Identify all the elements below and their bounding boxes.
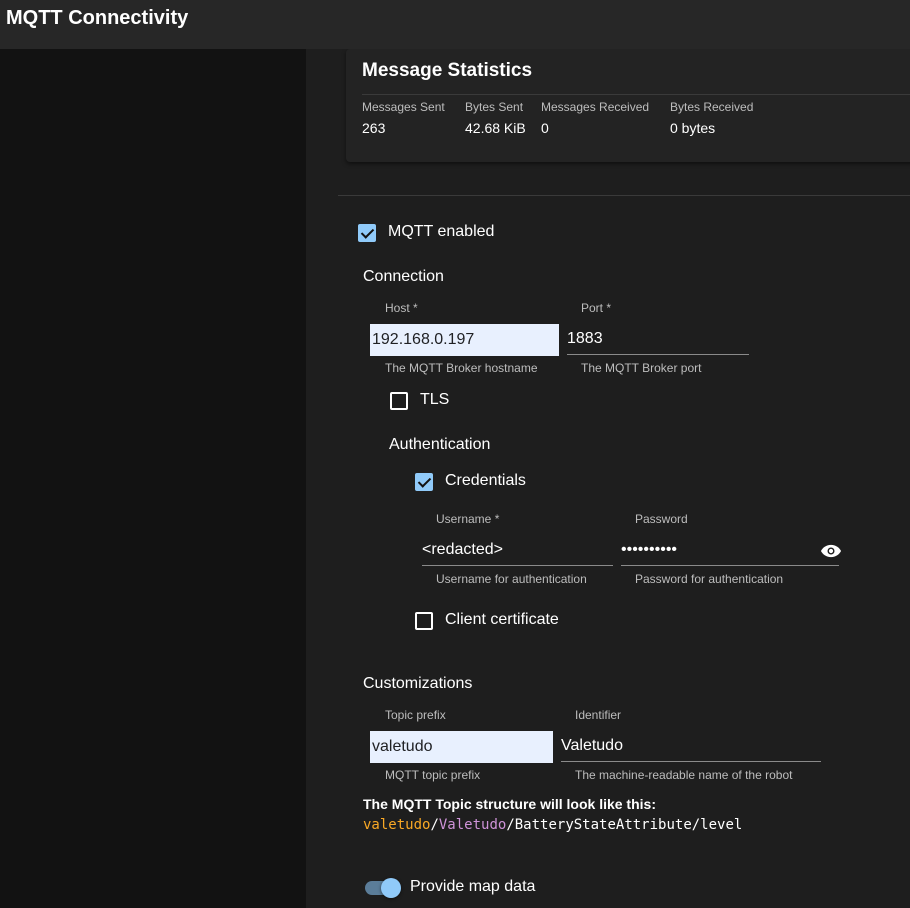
username-label: Username * <box>436 512 500 526</box>
stat-label: Bytes Received <box>670 100 754 114</box>
client-certificate-checkbox[interactable] <box>415 612 433 630</box>
topic-rest-part: BatteryStateAttribute/level <box>514 817 743 833</box>
customizations-heading: Customizations <box>363 675 473 692</box>
topic-prefix-help: MQTT topic prefix <box>385 768 481 782</box>
stats-title: Message Statistics <box>362 60 533 81</box>
stat-value: 0 bytes <box>670 120 716 136</box>
topic-separator: / <box>506 817 515 833</box>
port-help: The MQTT Broker port <box>581 361 702 375</box>
tls-label: TLS <box>420 391 450 408</box>
port-input[interactable]: 1883 <box>567 323 749 355</box>
port-label: Port * <box>581 301 612 315</box>
password-label: Password <box>635 512 688 526</box>
page-title: MQTT Connectivity <box>6 7 189 29</box>
authentication-heading: Authentication <box>389 436 491 453</box>
stat-value: 42.68 KiB <box>465 120 526 136</box>
stat-bytes-received: Bytes Received 0 bytes <box>670 100 753 136</box>
app-bar: MQTT Connectivity <box>0 0 910 49</box>
client-certificate-label: Client certificate <box>445 611 559 628</box>
password-help: Password for authentication <box>635 572 784 586</box>
topic-structure-example: valetudo/Valetudo/BatteryStateAttribute/… <box>363 817 742 833</box>
divider <box>362 94 910 95</box>
provide-map-data-label: Provide map data <box>410 878 536 895</box>
identifier-help: The machine-readable name of the robot <box>575 768 793 782</box>
message-statistics-card: Message Statistics Messages Sent 263 Byt… <box>346 49 910 162</box>
topic-prefix-label: Topic prefix <box>385 708 446 722</box>
topic-structure-title: The MQTT Topic structure will look like … <box>363 796 656 812</box>
username-input[interactable]: <redacted> <box>422 534 613 566</box>
host-input[interactable]: 192.168.0.197 <box>370 324 559 356</box>
stat-label: Bytes Sent <box>465 100 524 114</box>
host-help: The MQTT Broker hostname <box>385 361 538 375</box>
username-help: Username for authentication <box>436 572 587 586</box>
stat-label: Messages Sent <box>362 100 445 114</box>
topic-prefix-input[interactable]: valetudo <box>370 731 553 763</box>
topic-prefix-part: valetudo <box>363 817 431 833</box>
host-label: Host * <box>385 301 418 315</box>
connection-heading: Connection <box>363 268 444 285</box>
topic-separator: / <box>430 817 439 833</box>
switch-thumb <box>381 878 401 898</box>
tls-checkbox[interactable] <box>390 392 408 410</box>
stat-value: 0 <box>541 120 549 136</box>
provide-map-data-switch[interactable] <box>363 878 403 898</box>
stat-messages-sent: Messages Sent 263 <box>362 100 445 136</box>
mqtt-enabled-label: MQTT enabled <box>388 223 495 240</box>
mqtt-enabled-checkbox[interactable] <box>358 224 376 242</box>
stat-value: 263 <box>362 120 386 136</box>
sidebar <box>0 49 306 908</box>
stat-bytes-sent: Bytes Sent 42.68 KiB <box>465 100 526 136</box>
identifier-label: Identifier <box>575 708 622 722</box>
identifier-input[interactable]: Valetudo <box>561 730 821 762</box>
main-content: Message Statistics Messages Sent 263 Byt… <box>306 49 910 908</box>
stat-label: Messages Received <box>541 100 650 114</box>
password-input[interactable]: •••••••••• <box>621 534 839 566</box>
credentials-checkbox[interactable] <box>415 473 433 491</box>
topic-identifier-part: Valetudo <box>438 817 507 833</box>
section-divider <box>338 195 910 196</box>
stat-messages-received: Messages Received 0 <box>541 100 649 136</box>
credentials-label: Credentials <box>445 472 526 489</box>
eye-icon[interactable] <box>820 544 842 558</box>
